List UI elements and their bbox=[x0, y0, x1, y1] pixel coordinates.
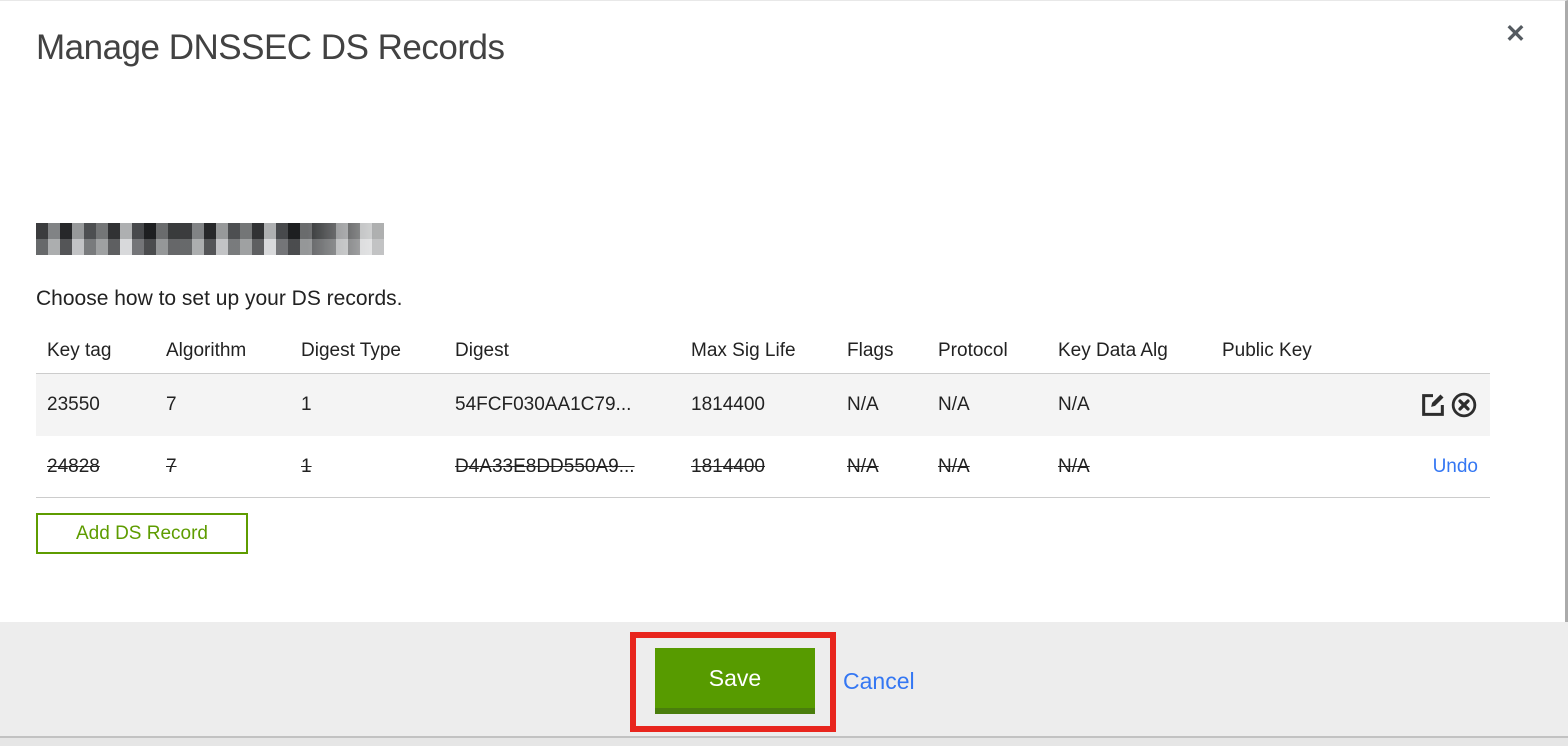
cell-max-sig-life: 1814400 bbox=[691, 394, 765, 415]
cell-max-sig-life: 1814400 bbox=[691, 455, 765, 477]
cell-protocol: N/A bbox=[938, 394, 970, 415]
instruction-text: Choose how to set up your DS records. bbox=[36, 287, 403, 310]
cell-key-data-alg: N/A bbox=[1058, 394, 1090, 415]
ds-records-table: Key tag Algorithm Digest Type Digest Max… bbox=[36, 328, 1490, 498]
cell-key-data-alg: N/A bbox=[1058, 455, 1090, 477]
redacted-domain-name bbox=[36, 223, 384, 255]
cell-flags: N/A bbox=[847, 455, 879, 477]
cell-digest: 54FCF030AA1C79... bbox=[455, 394, 632, 415]
cell-digest-type: 1 bbox=[301, 394, 312, 415]
save-button[interactable]: Save bbox=[655, 648, 815, 714]
column-header-digest-type: Digest Type bbox=[301, 339, 401, 361]
column-header-key-tag: Key tag bbox=[47, 339, 112, 361]
column-header-flags: Flags bbox=[847, 339, 894, 361]
cell-key-tag: 24828 bbox=[47, 455, 100, 477]
cell-actions bbox=[1380, 391, 1490, 419]
column-header-algorithm: Algorithm bbox=[166, 339, 247, 361]
table-row-deleted: 24828 7 1 D4A33E8DD550A9... 1814400 N/A … bbox=[36, 436, 1490, 498]
cell-protocol: N/A bbox=[938, 455, 970, 477]
column-header-digest: Digest bbox=[455, 339, 509, 361]
edit-icon[interactable] bbox=[1419, 391, 1447, 419]
table-row: 23550 7 1 54FCF030AA1C79... 1814400 N/A … bbox=[36, 374, 1490, 436]
add-ds-record-button[interactable]: Add DS Record bbox=[36, 513, 248, 554]
table-header-row: Key tag Algorithm Digest Type Digest Max… bbox=[36, 328, 1490, 374]
cell-flags: N/A bbox=[847, 394, 879, 415]
undo-link[interactable]: Undo bbox=[1433, 456, 1478, 478]
page-title: Manage DNSSEC DS Records bbox=[36, 28, 505, 67]
cell-digest-type: 1 bbox=[301, 455, 312, 477]
cell-digest: D4A33E8DD550A9... bbox=[455, 455, 635, 477]
delete-icon[interactable] bbox=[1450, 391, 1478, 419]
cell-key-tag: 23550 bbox=[47, 394, 100, 415]
cell-actions: Undo bbox=[1380, 456, 1490, 478]
cancel-link[interactable]: Cancel bbox=[843, 668, 915, 695]
column-header-max-sig-life: Max Sig Life bbox=[691, 339, 796, 361]
close-icon[interactable]: ✕ bbox=[1505, 22, 1526, 47]
cell-algorithm: 7 bbox=[166, 394, 177, 415]
cell-algorithm: 7 bbox=[166, 455, 177, 477]
column-header-key-data-alg: Key Data Alg bbox=[1058, 339, 1168, 361]
column-header-public-key: Public Key bbox=[1222, 339, 1312, 361]
page-background-sliver bbox=[0, 738, 1568, 746]
column-header-protocol: Protocol bbox=[938, 339, 1008, 361]
